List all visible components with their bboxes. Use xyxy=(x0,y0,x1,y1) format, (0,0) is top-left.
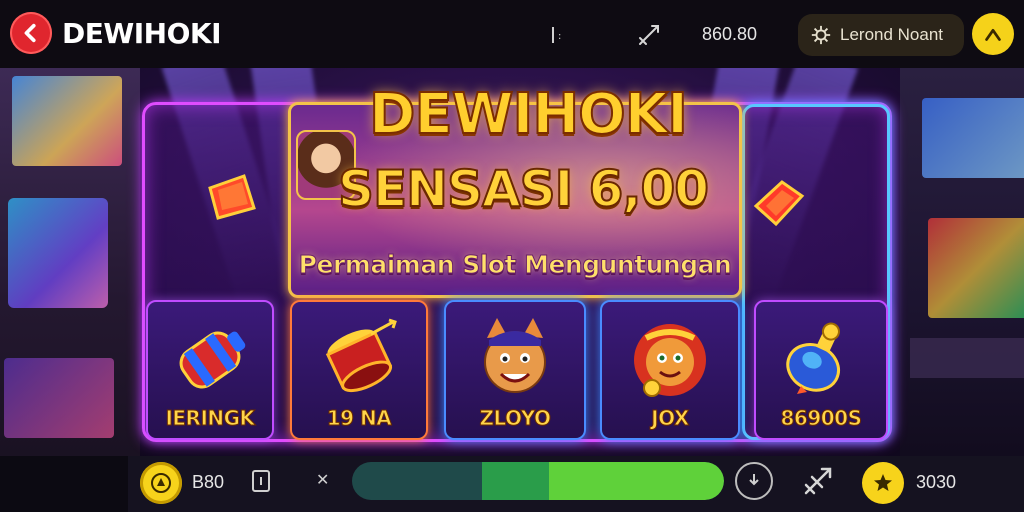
slot-tile[interactable]: ZLOYO xyxy=(444,300,586,440)
slot-tile[interactable]: IERINGK xyxy=(146,300,274,440)
profile-icon xyxy=(985,28,1001,41)
lion-mascot-icon xyxy=(634,324,706,397)
profile-button[interactable] xyxy=(972,13,1014,55)
slot-tile[interactable]: 86900S xyxy=(754,300,888,440)
drum-icon xyxy=(325,318,397,393)
app-logo: DEWIHOKI xyxy=(62,17,222,50)
login-button[interactable]: Lerond Noant xyxy=(798,14,964,56)
login-label: Lerond Noant xyxy=(840,25,944,44)
firecracker-icon xyxy=(179,331,246,389)
fox-mascot-icon xyxy=(484,318,546,393)
tile-label: 19 NA xyxy=(326,406,392,431)
star-icon xyxy=(874,474,892,491)
slot-tile[interactable]: JOX xyxy=(600,300,740,440)
tile-label: ZLOYO xyxy=(479,406,552,431)
slot-tile[interactable]: 19 NA xyxy=(290,300,428,440)
arcade-machine-left xyxy=(0,68,140,456)
download-icon xyxy=(749,474,759,486)
progress-bar xyxy=(352,462,724,500)
tile-label: 86900S xyxy=(780,406,862,431)
footer-balance: B80 xyxy=(192,472,225,492)
tile-label: IERINGK xyxy=(165,406,256,431)
banner-headline: SENSASI 6,00 xyxy=(337,159,710,219)
banner-subtitle: Permaiman Slot Menguntungan xyxy=(298,250,732,280)
banner-title: DEWIHOKI xyxy=(368,81,689,148)
close-icon[interactable]: ✕ xyxy=(316,470,329,489)
coin-icon xyxy=(151,473,171,493)
tile-label: JOX xyxy=(651,406,690,431)
share-icon[interactable] xyxy=(800,463,836,499)
star-button[interactable] xyxy=(862,462,904,504)
cursor-icon[interactable]: : xyxy=(548,24,570,46)
progress-segment xyxy=(482,462,550,500)
svg-text::: : xyxy=(558,31,561,42)
coin-button[interactable] xyxy=(140,462,182,504)
arcade-machine-right xyxy=(900,68,1024,456)
header-balance: 860.80 xyxy=(702,24,758,44)
download-button[interactable] xyxy=(735,462,773,500)
footer-win: 3030 xyxy=(916,472,957,492)
back-arrow-icon xyxy=(24,23,36,43)
top-bar: DEWIHOKI : 860.80 Lerond Noant xyxy=(0,0,1024,68)
back-button[interactable] xyxy=(10,12,52,54)
gem-icon xyxy=(208,174,256,220)
card-icon[interactable] xyxy=(252,470,270,492)
sword-icon[interactable] xyxy=(636,22,662,48)
gear-icon xyxy=(811,25,831,45)
potion-icon xyxy=(786,322,840,394)
game-app: DEWIHOKI : 860.80 Lerond Noant DEWIHOKI … xyxy=(0,0,1024,512)
gem-icon xyxy=(753,180,805,227)
